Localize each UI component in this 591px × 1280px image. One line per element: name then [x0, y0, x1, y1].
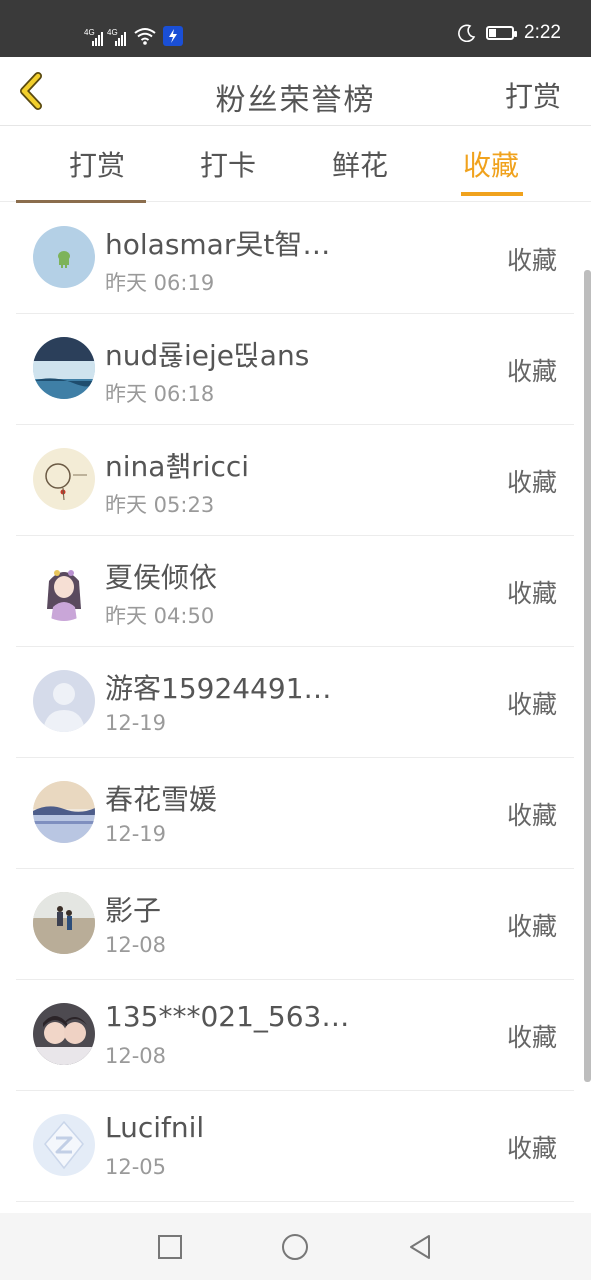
list-item[interactable]: 夏侯倾依 昨天 04:50 收藏 — [16, 536, 574, 647]
sea-sky-avatar — [33, 337, 95, 399]
user-name: nina쵉ricci — [105, 450, 250, 483]
list-item[interactable]: 影子 12-08 收藏 — [16, 869, 574, 980]
tab-bar: 打赏 打卡 鲜花 收藏 — [0, 126, 591, 202]
user-name: 影子 — [105, 894, 162, 927]
action-label: 收藏 — [506, 579, 557, 608]
couple-photo-avatar — [33, 1003, 95, 1065]
anime-girl-avatar — [33, 559, 95, 621]
action-label: 收藏 — [506, 357, 557, 386]
active-tab-indicator — [461, 192, 523, 196]
default-user-avatar — [33, 670, 95, 732]
action-label: 收藏 — [506, 801, 557, 830]
user-name: 春花雪媛 — [105, 783, 218, 816]
user-name: holasmar旲t智… — [105, 228, 331, 261]
timestamp: 昨天 04:50 — [105, 604, 215, 628]
network-label-2: 4G — [107, 28, 118, 37]
screen: 4G 4G 2:22 粉丝荣誉榜 打赏 打赏 打卡 鲜花 收藏 holasmar… — [0, 0, 591, 1280]
timestamp: 12-19 — [105, 822, 167, 846]
list-item[interactable]: 135***021_563… 12-08 收藏 — [16, 980, 574, 1091]
action-label: 收藏 — [506, 468, 557, 497]
timestamp: 昨天 05:23 — [105, 493, 215, 517]
green-android-avatar — [33, 226, 95, 288]
timestamp: 昨天 06:19 — [105, 271, 215, 295]
charge-icon — [163, 26, 183, 46]
status-time: 2:22 — [524, 22, 561, 43]
list-item[interactable]: nud룒ieje띥ans 昨天 06:18 收藏 — [16, 314, 574, 425]
scrollbar[interactable] — [584, 270, 591, 1082]
timestamp: 12-19 — [105, 711, 167, 735]
timestamp: 12-08 — [105, 1044, 167, 1068]
network-label-1: 4G — [84, 28, 95, 37]
list-item[interactable]: holasmar旲t智… 昨天 06:19 收藏 — [16, 203, 574, 314]
wifi-icon — [134, 28, 156, 45]
moon-icon — [458, 24, 476, 42]
tab-favorites[interactable]: 收藏 — [463, 144, 519, 184]
app-bar: 粉丝荣誉榜 打赏 — [0, 57, 591, 126]
status-bar: 4G 4G 2:22 — [0, 0, 591, 57]
user-name: nud룒ieje띥ans — [105, 339, 310, 372]
list-item[interactable]: Lucifnil 12-05 收藏 — [16, 1091, 574, 1202]
fan-list: holasmar旲t智… 昨天 06:19 收藏 nud룒ieje띥ans 昨天… — [16, 203, 574, 1202]
user-name: Lucifnil — [105, 1111, 205, 1144]
list-item[interactable]: 春花雪媛 12-19 收藏 — [16, 758, 574, 869]
recent-apps-icon[interactable] — [156, 1233, 184, 1261]
list-item[interactable]: 游客15924491… 12-19 收藏 — [16, 647, 574, 758]
reward-button[interactable]: 打赏 — [505, 75, 561, 115]
beach-person-avatar — [33, 892, 95, 954]
bracelet-avatar — [33, 448, 95, 510]
timestamp: 12-05 — [105, 1155, 167, 1179]
lake-scenery-avatar — [33, 781, 95, 843]
qq-logo-avatar — [33, 1114, 95, 1176]
user-name: 夏侯倾依 — [105, 561, 218, 594]
timestamp: 昨天 06:18 — [105, 382, 215, 406]
action-label: 收藏 — [506, 1134, 557, 1163]
action-label: 收藏 — [506, 1023, 557, 1052]
signal-icon-1: 4G — [84, 28, 103, 46]
home-icon[interactable] — [281, 1233, 309, 1261]
action-label: 收藏 — [506, 690, 557, 719]
status-right: 2:22 — [458, 22, 561, 44]
tab-checkin[interactable]: 打卡 — [200, 144, 256, 184]
battery-icon — [486, 26, 518, 40]
status-left: 4G 4G — [84, 22, 183, 46]
list-item[interactable]: nina쵉ricci 昨天 05:23 收藏 — [16, 425, 574, 536]
user-name: 135***021_563… — [105, 1000, 350, 1033]
action-label: 收藏 — [506, 912, 557, 941]
signal-icon-2: 4G — [107, 28, 126, 46]
timestamp: 12-08 — [105, 933, 167, 957]
page-title: 粉丝荣誉榜 — [215, 83, 376, 118]
navigation-bar — [0, 1213, 591, 1280]
tab-flowers[interactable]: 鲜花 — [332, 144, 388, 184]
action-label: 收藏 — [506, 246, 557, 275]
tab-reward[interactable]: 打赏 — [69, 144, 125, 184]
back-triangle-icon[interactable] — [406, 1233, 434, 1261]
user-name: 游客15924491… — [105, 672, 332, 705]
